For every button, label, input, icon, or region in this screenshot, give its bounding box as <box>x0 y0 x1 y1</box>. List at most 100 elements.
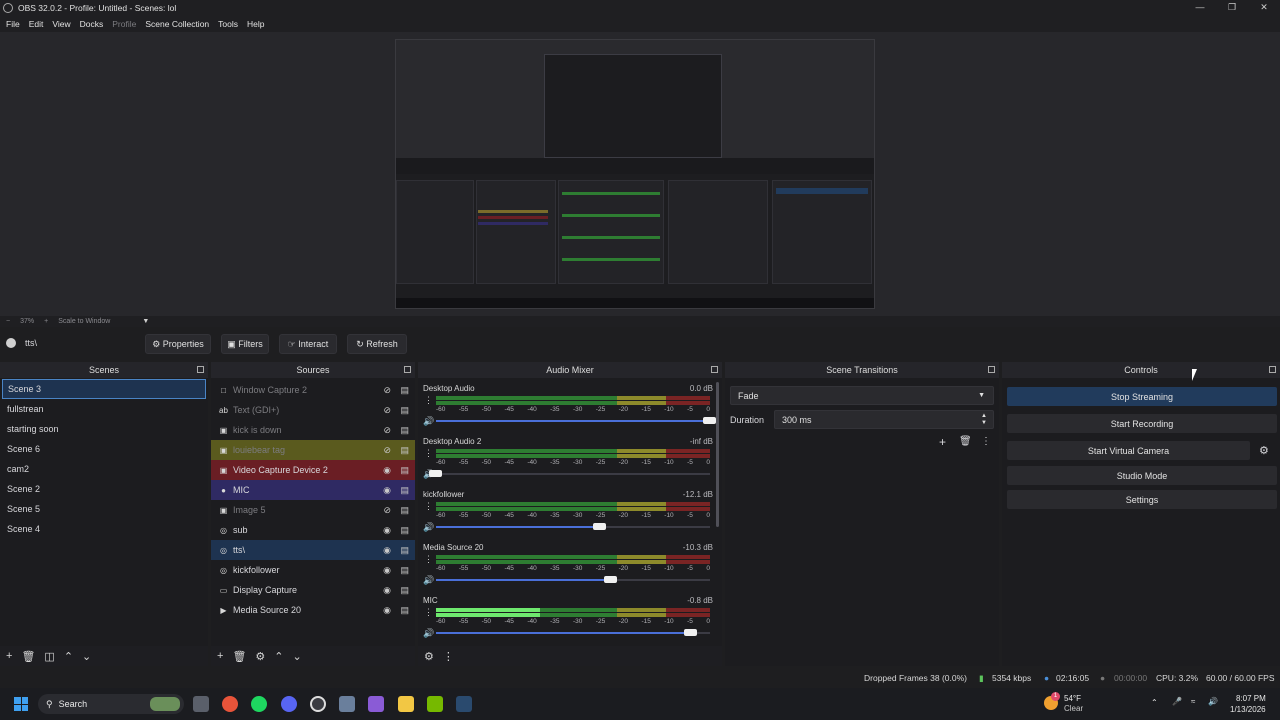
spotify-icon[interactable] <box>251 696 267 712</box>
duration-spinbox[interactable]: 300 ms ▲ ▼ <box>774 410 994 429</box>
source-item[interactable]: ▶ Media Source 20 ◉ ▤ <box>211 600 415 620</box>
maximize-button[interactable]: ❐ <box>1216 0 1248 16</box>
stop-streaming-button[interactable]: Stop Streaming <box>1007 387 1277 406</box>
program-preview[interactable] <box>395 39 875 309</box>
weather-widget[interactable]: 1 54°F Clear <box>1042 692 1102 716</box>
volume-slider-handle[interactable] <box>429 470 442 477</box>
volume-slider[interactable] <box>436 417 716 424</box>
source-properties-button[interactable]: ⚙ <box>255 650 265 663</box>
menu-file[interactable]: File <box>6 19 20 29</box>
add-source-button[interactable]: + <box>217 650 223 662</box>
advanced-audio-button[interactable]: ⚙ <box>424 650 434 663</box>
menu-docks[interactable]: Docks <box>80 19 104 29</box>
source-item[interactable]: ● MIC ◉ ▤ <box>211 480 415 500</box>
eye-icon[interactable]: ◉ <box>383 565 391 576</box>
eye-icon[interactable]: ◉ <box>383 465 391 476</box>
channel-menu-button[interactable]: ⋮ <box>424 395 433 406</box>
remove-transition-button[interactable]: 🗑 <box>959 436 972 447</box>
volume-slider-handle[interactable] <box>703 417 716 424</box>
move-up-button[interactable]: ⌃ <box>64 650 73 663</box>
start-virtual-camera-button[interactable]: Start Virtual Camera <box>1007 441 1250 460</box>
lock-icon[interactable]: ▤ <box>400 565 409 576</box>
scene-item[interactable]: Scene 3 <box>2 379 206 399</box>
source-item[interactable]: ▭ Display Capture ◉ ▤ <box>211 580 415 600</box>
channel-menu-button[interactable]: ⋮ <box>424 448 433 459</box>
tray-overflow-icon[interactable]: ⌃ <box>1151 698 1158 707</box>
task-view-icon[interactable] <box>193 696 209 712</box>
channel-menu-button[interactable]: ⋮ <box>424 501 433 512</box>
interact-button[interactable]: ☞ Interact <box>279 334 337 354</box>
lock-icon[interactable]: ▤ <box>400 385 409 396</box>
undock-icon[interactable] <box>711 366 718 373</box>
scene-filters-button[interactable]: ◫ <box>44 650 54 663</box>
eye-icon[interactable]: ◉ <box>383 545 391 556</box>
mixer-scrollbar[interactable] <box>716 382 719 527</box>
discord-icon[interactable] <box>281 696 297 712</box>
chrome-icon[interactable] <box>222 696 238 712</box>
speaker-icon[interactable]: 🔊 <box>423 628 434 639</box>
eye-icon[interactable]: ◉ <box>383 605 391 616</box>
menu-profile[interactable]: Profile <box>112 19 136 29</box>
menu-view[interactable]: View <box>52 19 70 29</box>
source-item[interactable]: ▣ kick is down ⊘ ▤ <box>211 420 415 440</box>
undock-icon[interactable] <box>197 366 204 373</box>
eye-hidden-icon[interactable]: ⊘ <box>383 385 391 396</box>
add-scene-button[interactable]: + <box>6 650 12 662</box>
source-item[interactable]: ab Text (GDI+) ⊘ ▤ <box>211 400 415 420</box>
channel-menu-button[interactable]: ⋮ <box>424 554 433 565</box>
add-transition-button[interactable]: + <box>939 435 946 449</box>
start-recording-button[interactable]: Start Recording <box>1007 414 1277 433</box>
source-item[interactable]: ◎ sub ◉ ▤ <box>211 520 415 540</box>
mic-tray-icon[interactable]: 🎤 <box>1172 697 1182 706</box>
steam-icon[interactable] <box>456 696 472 712</box>
volume-icon[interactable]: 🔊 <box>1208 697 1218 706</box>
windows-start-icon[interactable] <box>14 697 28 711</box>
lock-icon[interactable]: ▤ <box>400 505 409 516</box>
wifi-icon[interactable]: ≈ <box>1191 697 1195 706</box>
taskbar-search[interactable]: ⚲ Search <box>38 694 184 714</box>
lock-icon[interactable]: ▤ <box>400 545 409 556</box>
mixer-menu-button[interactable]: ⋮ <box>443 650 454 663</box>
speaker-icon[interactable]: 🔊 <box>423 416 434 427</box>
transition-menu-button[interactable]: ⋮ <box>981 436 991 447</box>
lock-icon[interactable]: ▤ <box>400 465 409 476</box>
lock-icon[interactable]: ▤ <box>400 405 409 416</box>
close-button[interactable]: ✕ <box>1248 0 1280 16</box>
menu-edit[interactable]: Edit <box>29 19 44 29</box>
volume-slider-handle[interactable] <box>604 576 618 583</box>
scene-item[interactable]: Scene 5 <box>0 499 208 519</box>
move-down-button[interactable]: ⌄ <box>293 650 302 663</box>
scene-item[interactable]: starting soon <box>0 419 208 439</box>
volume-slider[interactable] <box>436 523 710 530</box>
settings-button[interactable]: Settings <box>1007 490 1277 509</box>
clock-time[interactable]: 8:07 PM <box>1236 694 1266 703</box>
studio-mode-button[interactable]: Studio Mode <box>1007 466 1277 485</box>
undock-icon[interactable] <box>988 366 995 373</box>
game-app-icon[interactable] <box>368 696 384 712</box>
eye-icon[interactable]: ◉ <box>383 525 391 536</box>
virtual-camera-settings-icon[interactable]: ⚙ <box>1259 444 1269 457</box>
volume-slider-handle[interactable] <box>683 629 697 636</box>
zoom-out-button[interactable]: − <box>6 318 10 325</box>
scene-item[interactable]: Scene 2 <box>0 479 208 499</box>
lock-icon[interactable]: ▤ <box>400 605 409 616</box>
eye-hidden-icon[interactable]: ⊘ <box>383 505 391 516</box>
scene-item[interactable]: fullstrean <box>0 399 208 419</box>
clock-date[interactable]: 1/13/2026 <box>1230 705 1266 714</box>
zoom-in-button[interactable]: + <box>44 318 48 325</box>
scene-item[interactable]: cam2 <box>0 459 208 479</box>
source-item[interactable]: ▣ louiebear tag ⊘ ▤ <box>211 440 415 460</box>
move-up-button[interactable]: ⌃ <box>274 650 283 663</box>
menu-help[interactable]: Help <box>247 19 264 29</box>
remove-source-button[interactable]: 🗑 <box>232 650 246 663</box>
remove-scene-button[interactable]: 🗑 <box>21 650 35 663</box>
source-item[interactable]: ▣ Video Capture Device 2 ◉ ▤ <box>211 460 415 480</box>
settings-app-icon[interactable] <box>339 696 355 712</box>
eye-hidden-icon[interactable]: ⊘ <box>383 425 391 436</box>
source-item[interactable]: ◎ tts\ ◉ ▤ <box>211 540 415 560</box>
filters-button[interactable]: ▣ Filters <box>221 334 269 354</box>
menu-scene-collection[interactable]: Scene Collection <box>145 19 209 29</box>
channel-menu-button[interactable]: ⋮ <box>424 607 433 618</box>
lock-icon[interactable]: ▤ <box>400 445 409 456</box>
nvidia-icon[interactable] <box>427 696 443 712</box>
